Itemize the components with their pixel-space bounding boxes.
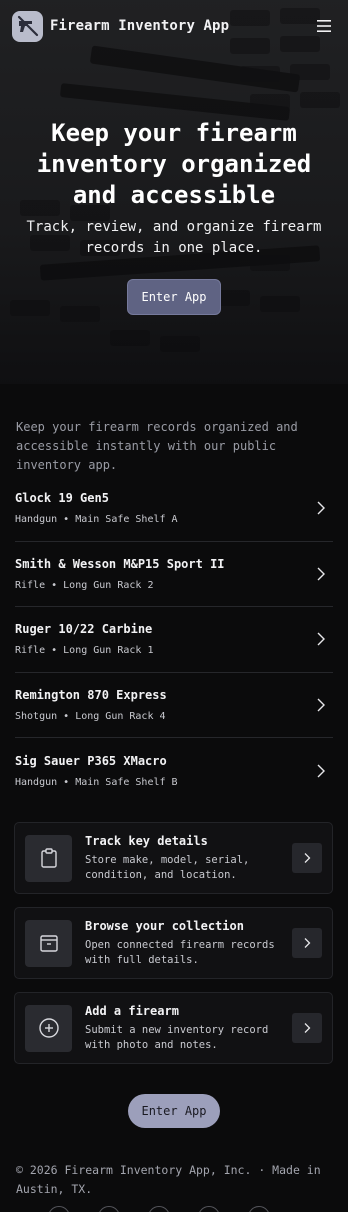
feature-card-add[interactable]: Add a firearm Submit a new inventory rec… [14, 992, 333, 1064]
item-meta: Rifle • Long Gun Rack 1 [15, 645, 154, 657]
feature-title: Browse your collection [85, 919, 244, 933]
social-icon[interactable] [248, 1206, 270, 1212]
item-name: Glock 19 Gen5 [15, 491, 109, 506]
firearm-slash-icon[interactable] [12, 10, 43, 42]
list-item[interactable]: Sig Sauer P365 XMacro Handgun • Main Saf… [15, 738, 333, 804]
feature-title: Track key details [85, 834, 208, 848]
hero-title: Keep your firearm inventory organized an… [36, 119, 312, 209]
social-icon[interactable] [98, 1206, 120, 1212]
app-title[interactable]: Firearm Inventory App [50, 18, 229, 34]
archive-box-icon [25, 919, 72, 967]
social-icon[interactable] [48, 1206, 70, 1212]
hero-section: Keep your firearm inventory organized an… [0, 0, 348, 384]
footer-text: © 2026 Firearm Inventory App, Inc. · Mad… [16, 1163, 321, 1196]
social-icon[interactable] [198, 1206, 220, 1212]
item-meta: Rifle • Long Gun Rack 2 [15, 579, 154, 591]
feature-card-track[interactable]: Track key details Store make, model, ser… [14, 822, 333, 894]
list-item[interactable]: Smith & Wesson M&P15 Sport II Rifle • Lo… [15, 542, 333, 607]
list-item[interactable]: Glock 19 Gen5 Handgun • Main Safe Shelf … [15, 476, 333, 542]
item-name: Smith & Wesson M&P15 Sport II [15, 556, 225, 571]
feature-desc: Store make, model, serial, condition, an… [85, 854, 250, 881]
chevron-right-icon [317, 764, 325, 778]
feature-card-browse[interactable]: Browse your collection Open connected fi… [14, 907, 333, 979]
chevron-right-icon[interactable] [292, 928, 322, 958]
enter-app-button-secondary[interactable]: Enter App [128, 1094, 220, 1128]
feature-desc: Open connected firearm records with full… [85, 939, 275, 966]
item-meta: Handgun • Main Safe Shelf A [15, 514, 178, 526]
item-meta: Shotgun • Long Gun Rack 4 [15, 710, 166, 722]
chevron-right-icon[interactable] [292, 1013, 322, 1043]
firearm-list: Glock 19 Gen5 Handgun • Main Safe Shelf … [15, 476, 333, 804]
clipboard-icon [25, 834, 72, 882]
intro-text: Keep your firearm records organized and … [16, 420, 298, 472]
item-name: Remington 870 Express [15, 687, 167, 702]
item-name: Sig Sauer P365 XMacro [15, 753, 167, 768]
item-meta: Handgun • Main Safe Shelf B [15, 776, 178, 788]
feature-cards: Track key details Store make, model, ser… [14, 822, 333, 1077]
chevron-right-icon [317, 632, 325, 646]
list-item[interactable]: Remington 870 Express Shotgun • Long Gun… [15, 673, 333, 738]
hero-subtitle: Track, review, and organize firearm reco… [26, 219, 322, 256]
item-name: Ruger 10/22 Carbine [15, 622, 153, 637]
enter-app-button[interactable]: Enter App [127, 279, 221, 315]
social-links [48, 1206, 270, 1212]
hero-content: Keep your firearm inventory organized an… [0, 118, 348, 315]
list-item[interactable]: Ruger 10/22 Carbine Rifle • Long Gun Rac… [15, 607, 333, 673]
chevron-right-icon[interactable] [292, 843, 322, 873]
hamburger-menu-icon[interactable] [312, 14, 336, 38]
feature-desc: Submit a new inventory record with photo… [85, 1024, 269, 1051]
feature-title: Add a firearm [85, 1004, 179, 1018]
chevron-right-icon [317, 567, 325, 581]
chevron-right-icon [317, 698, 325, 712]
chevron-right-icon [317, 501, 325, 515]
cta-section: Enter App [0, 1094, 348, 1128]
plus-circle-icon [25, 1004, 72, 1052]
social-icon[interactable] [148, 1206, 170, 1212]
top-bar: Firearm Inventory App [0, 0, 348, 52]
